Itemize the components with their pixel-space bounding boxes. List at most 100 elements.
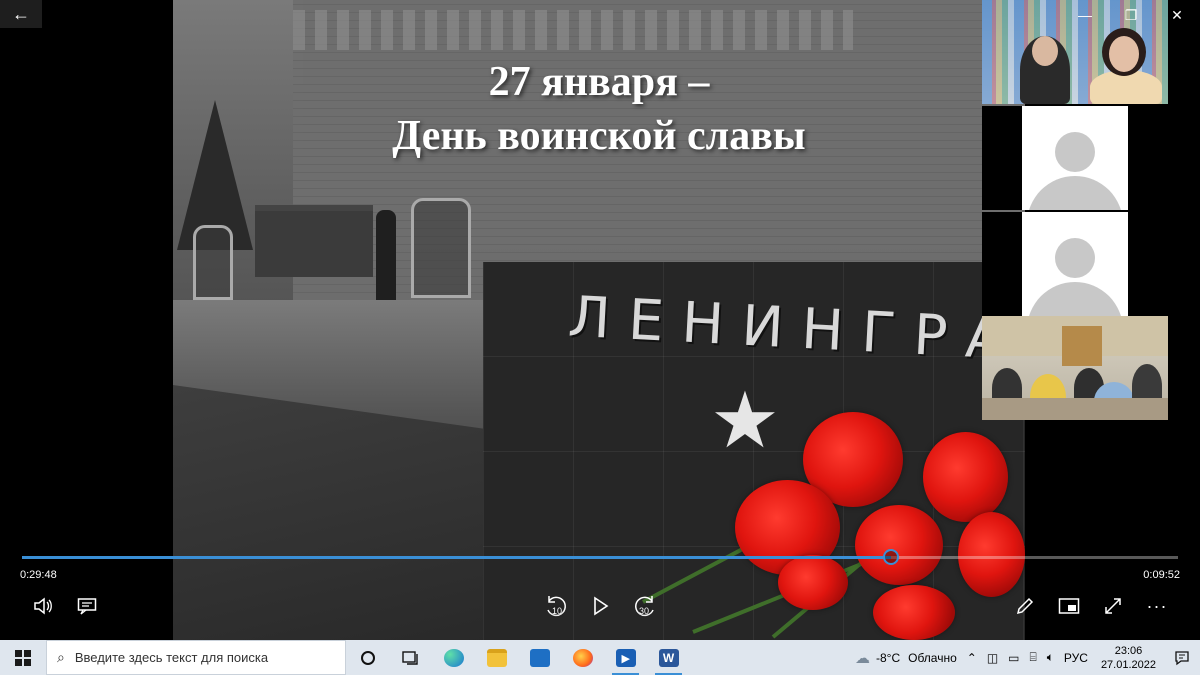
window-controls: — ❐ ✕ — [1062, 0, 1200, 30]
seek-bar-played — [22, 556, 892, 559]
restore-button[interactable]: ❐ — [1108, 0, 1154, 30]
weather-widget[interactable]: ☁ -8°C Облачно — [850, 649, 962, 667]
participant-tile-no-video[interactable] — [982, 212, 1168, 316]
mini-view-button[interactable] — [1054, 592, 1084, 620]
avatar-body-icon — [1027, 176, 1123, 210]
cortana-button[interactable] — [346, 640, 389, 675]
pen-icon — [1016, 597, 1034, 615]
taskbar-search[interactable]: ⌕ Введите здесь текст для поиска — [46, 640, 346, 675]
taskbar-app-firefox[interactable] — [561, 640, 604, 675]
clock[interactable]: 23:06 27.01.2022 — [1093, 644, 1164, 672]
participant-tile-no-video[interactable] — [982, 106, 1168, 210]
avatar-head-icon — [1055, 132, 1095, 172]
honor-guard — [376, 210, 396, 305]
play-button[interactable] — [586, 592, 616, 620]
windows-logo-icon — [15, 649, 31, 666]
search-placeholder: Введите здесь текст для поиска — [74, 650, 269, 665]
skip-back-label: 10 — [552, 606, 562, 616]
seek-bar[interactable] — [22, 549, 1178, 565]
participant-face — [1109, 36, 1139, 72]
skip-forward-button[interactable]: 30 — [630, 592, 660, 620]
task-view-icon — [401, 650, 418, 665]
system-tray: ☁ -8°C Облачно ⌃ ◫ ▭ ⌸ 🔈︎ РУС 23:06 27.0… — [850, 640, 1200, 675]
edge-icon — [443, 648, 464, 667]
skip-back-button[interactable]: 10 — [541, 592, 571, 620]
avatar — [1022, 212, 1128, 316]
remaining-time: 0:09:52 — [1143, 569, 1180, 581]
taskbar: ⌕ Введите здесь текст для поиска ▶ W ☁ -… — [0, 640, 1200, 675]
cloud-icon: ☁ — [854, 649, 870, 667]
language-label: РУС — [1063, 650, 1088, 665]
elapsed-time: 0:29:48 — [20, 569, 57, 581]
battery-button[interactable]: ▭ — [1003, 651, 1024, 665]
carnation — [873, 585, 955, 640]
back-button[interactable]: ← — [0, 0, 42, 28]
slide-title: 27 января – День воинской славы — [173, 55, 1025, 163]
subtitles-icon — [77, 598, 97, 615]
show-hidden-icons-button[interactable]: ⌃ — [962, 651, 982, 665]
guard-booth — [193, 225, 233, 300]
meet-now-button[interactable]: ◫ — [982, 651, 1003, 665]
star-icon: ★ — [710, 376, 780, 464]
close-button[interactable]: ✕ — [1154, 0, 1200, 30]
task-view-button[interactable] — [389, 640, 432, 675]
restore-icon: ❐ — [1124, 6, 1138, 23]
cortana-icon — [360, 650, 375, 665]
participant-tile-classroom[interactable] — [982, 316, 1168, 420]
folder-icon — [486, 648, 507, 667]
volume-button[interactable] — [28, 592, 58, 620]
subtitles-button[interactable] — [72, 592, 102, 620]
carnation — [778, 555, 848, 610]
clock-time: 23:06 — [1114, 644, 1143, 657]
fullscreen-button[interactable] — [1098, 592, 1128, 620]
skip-forward-label: 30 — [639, 606, 649, 616]
ellipsis-icon: ··· — [1146, 595, 1168, 616]
network-icon: ⌸ — [1029, 650, 1037, 664]
slide-image: ЛЕНИНГРАД ★ 27 января – День воинской сл… — [173, 0, 1025, 640]
word-icon: W — [658, 648, 679, 667]
avatar-head-icon — [1055, 238, 1095, 278]
taskbar-app-mail[interactable] — [518, 640, 561, 675]
speaker-icon: 🔈︎ — [1046, 650, 1054, 664]
chevron-up-icon: ⌃ — [966, 650, 977, 665]
classroom-desk — [982, 398, 1168, 420]
clock-date: 27.01.2022 — [1100, 658, 1156, 671]
weather-desc: Облачно — [908, 650, 957, 665]
edit-button[interactable] — [1010, 592, 1040, 620]
wall-battlements — [293, 10, 853, 50]
taskbar-app-video-player[interactable]: ▶ — [604, 640, 647, 675]
minimize-button[interactable]: — — [1062, 0, 1108, 30]
battery-icon: ▭ — [1008, 650, 1020, 665]
taskbar-app-explorer[interactable] — [475, 640, 518, 675]
volume-icon — [34, 597, 52, 615]
firefox-icon — [572, 648, 593, 667]
play-icon — [594, 596, 609, 616]
taskbar-app-edge[interactable] — [432, 640, 475, 675]
camera-icon: ◫ — [986, 650, 999, 665]
slide-title-line2: День воинской славы — [392, 113, 806, 159]
participant-face — [1032, 36, 1058, 66]
minimize-icon: — — [1078, 7, 1092, 23]
start-button[interactable] — [0, 640, 46, 675]
network-button[interactable]: ⌸ — [1025, 650, 1042, 665]
notifications-button[interactable] — [1164, 640, 1200, 675]
classroom-cabinet — [1062, 326, 1102, 366]
language-indicator[interactable]: РУС — [1059, 651, 1093, 665]
fast-forward-icon: 30 — [635, 596, 654, 617]
more-options-button[interactable]: ··· — [1142, 592, 1172, 620]
avatar-body-icon — [1027, 282, 1123, 316]
weather-temp: -8°C — [875, 650, 901, 665]
eternal-flame-canopy — [255, 205, 373, 277]
expand-icon — [1105, 598, 1121, 614]
picture-in-picture-icon — [1058, 598, 1080, 614]
volume-tray-button[interactable]: 🔈︎ — [1042, 650, 1059, 665]
mail-icon — [529, 648, 550, 667]
taskbar-app-word[interactable]: W — [647, 640, 690, 675]
arrow-left-icon: ← — [12, 3, 30, 24]
video-player[interactable]: ЛЕНИНГРАД ★ 27 января – День воинской сл… — [0, 0, 1200, 640]
carnation — [923, 432, 1008, 522]
carnation — [958, 512, 1025, 597]
guard-booth — [411, 198, 471, 298]
video-player-icon: ▶ — [615, 648, 636, 667]
carnation — [855, 505, 943, 585]
